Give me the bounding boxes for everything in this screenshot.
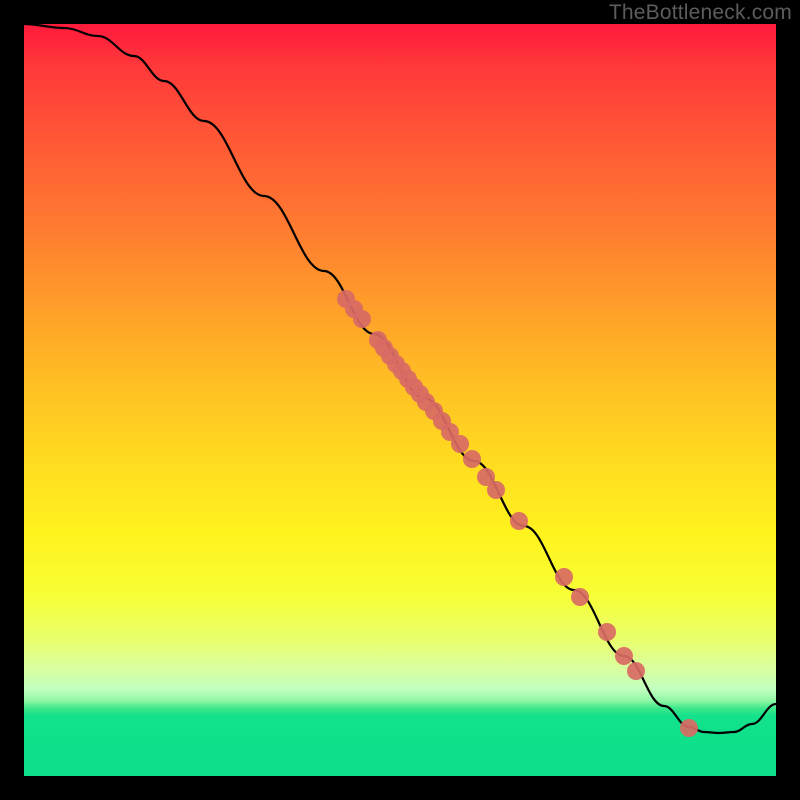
data-point [598, 623, 616, 641]
data-point [615, 647, 633, 665]
chart-frame: TheBottleneck.com [0, 0, 800, 800]
data-point [487, 481, 505, 499]
data-point [680, 719, 698, 737]
data-point [571, 588, 589, 606]
plot-area [24, 24, 776, 776]
data-point [555, 568, 573, 586]
data-point [451, 435, 469, 453]
data-point [353, 310, 371, 328]
data-point [627, 662, 645, 680]
scatter-points [337, 290, 698, 737]
chart-svg [24, 24, 776, 776]
data-point [463, 450, 481, 468]
watermark-text: TheBottleneck.com [609, 1, 792, 25]
data-point [510, 512, 528, 530]
